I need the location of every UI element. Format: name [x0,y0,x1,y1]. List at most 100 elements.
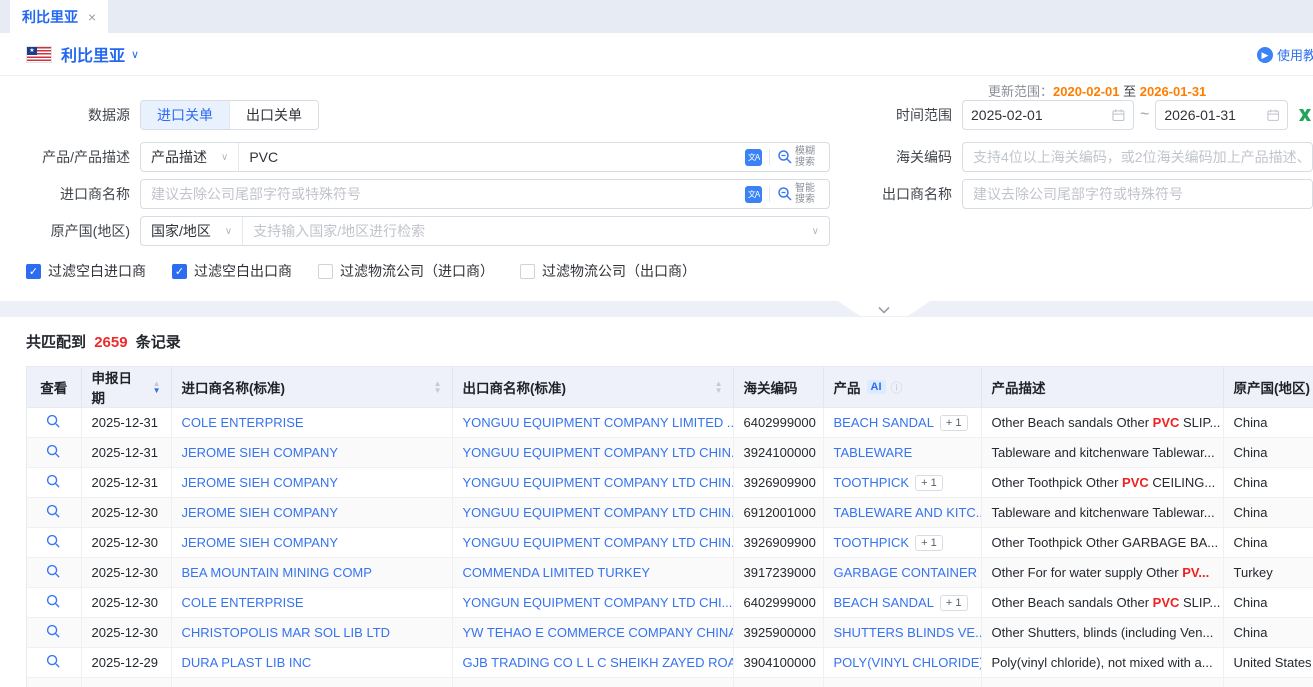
excel-export-icon[interactable] [1296,106,1313,124]
importer-link[interactable]: JEROME SIEH COMPANY [182,535,339,550]
chevron-down-icon: ∨ [221,152,228,163]
product-link[interactable]: POLY(VINYL CHLORIDE) [834,655,982,670]
origin-type-select[interactable]: 国家/地区 ∨ [141,217,243,245]
importer-link[interactable]: JEROME SIEH COMPANY [182,445,339,460]
desc-highlight: PVC [1153,415,1180,430]
table-row: 2025-12-30 CHRISTOPOLIS MAR SOL LIB LTD … [27,618,1313,648]
cell-hs-code: 3924100000 [733,438,823,468]
cell-origin: China [1223,588,1313,618]
view-detail-icon[interactable] [46,654,61,669]
exporter-link[interactable]: YONGUU EQUIPMENT COMPANY LTD CHIN... [463,475,734,490]
checkbox-filter-logistics-importer[interactable]: 过滤物流公司（进口商） [318,261,494,281]
country-title[interactable]: 利比里亚 [61,42,125,66]
product-search-input[interactable] [239,149,737,165]
cell-date: 2025-12-30 [81,498,171,528]
exporter-link[interactable]: YONGUU EQUIPMENT COMPANY LTD CHIN... [463,505,734,520]
product-link[interactable]: TOOTHPICK [834,475,910,490]
results-table: 查看 申报日期▲▼ 进口商名称(标准)▲▼ 出口商名称(标准)▲▼ 海关编码 产… [26,366,1313,687]
exporter-link[interactable]: YW TEHAO E COMMERCE COMPANY CHINA [463,625,734,640]
translate-icon[interactable]: 文A [745,149,762,166]
fuzzy-search-button[interactable]: 模糊搜索 [777,146,821,168]
product-type-select[interactable]: 产品描述 ∨ [141,143,239,171]
date-to-input[interactable] [1164,107,1267,123]
exporter-field[interactable] [962,179,1313,209]
importer-link[interactable]: CHRISTOPOLIS MAR SOL LIB LTD [182,625,391,640]
plus-badge[interactable]: + 1 [915,475,943,491]
update-range-from: 2020-02-01 [1053,84,1120,99]
sort-icon[interactable]: ▲▼ [715,380,723,394]
col-date[interactable]: 申报日期▲▼ [81,367,171,408]
view-detail-icon[interactable] [46,504,61,519]
exporter-input[interactable] [963,186,1312,202]
update-range-to-word: 至 [1123,84,1136,99]
tab-liberia[interactable]: 利比里亚 × [10,0,108,33]
view-detail-icon[interactable] [46,414,61,429]
product-link[interactable]: TABLEWARE [834,445,913,460]
col-product: 产品AIⓘ [823,367,981,408]
importer-link[interactable]: BEA MOUNTAIN MINING COMP [182,565,372,580]
table-row: 2025-12-31 JEROME SIEH COMPANY YONGUU EQ… [27,468,1313,498]
product-link[interactable]: GARBAGE CONTAINER [834,565,978,580]
checkbox-filter-blank-importer[interactable]: ✓ 过滤空白进口商 [26,261,146,281]
exporter-link[interactable]: GJB TRADING CO L L C SHEIKH ZAYED ROA... [463,655,734,670]
view-detail-icon[interactable] [46,444,61,459]
product-link[interactable]: BEACH SANDAL [834,595,934,610]
date-from-input[interactable] [971,107,1112,123]
view-detail-icon[interactable] [46,564,61,579]
desc-text: Tableware and kitchenware Tablewar... [992,505,1215,520]
cell-origin: China [1223,438,1313,468]
col-importer[interactable]: 进口商名称(标准)▲▼ [171,367,452,408]
origin-type-value: 国家/地区 [151,221,211,241]
plus-badge[interactable]: + 1 [940,415,968,431]
importer-link[interactable]: DURA PLAST LIB INC [182,655,312,670]
product-link[interactable]: SHUTTERS BLINDS VE... [834,625,982,640]
sort-icon[interactable]: ▲▼ [434,380,442,394]
data-source-row: 数据源 进口关单 出口关单 [0,100,319,130]
importer-link[interactable]: COLE ENTERPRISE [182,415,304,430]
chevron-down-icon[interactable]: ∨ [812,226,829,237]
exporter-link[interactable]: YONGUN EQUIPMENT COMPANY LTD CHI... [463,595,733,610]
table-row: 2025-12-30 JEROME SIEH COMPANY YONGUU EQ… [27,528,1313,558]
hs-code-input[interactable] [963,149,1312,165]
importer-link[interactable]: COLE ENTERPRISE [182,595,304,610]
view-detail-icon[interactable] [46,594,61,609]
desc-text: SLIP... [1179,595,1220,610]
calendar-icon [1267,108,1279,122]
date-to-field[interactable] [1155,100,1288,130]
col-exporter[interactable]: 出口商名称(标准)▲▼ [452,367,733,408]
checkbox-filter-blank-exporter[interactable]: ✓ 过滤空白出口商 [172,261,292,281]
collapse-panel-button[interactable] [838,301,930,316]
date-from-field[interactable] [962,100,1134,130]
tab-import-orders[interactable]: 进口关单 [141,101,229,129]
product-link[interactable]: TABLEWARE AND KITC... [834,505,982,520]
close-icon[interactable]: × [88,9,96,25]
cell-date: 2025-12-29 [81,648,171,678]
importer-link[interactable]: JEROME SIEH COMPANY [182,505,339,520]
exporter-link[interactable]: YONGUU EQUIPMENT COMPANY LTD CHIN... [463,535,734,550]
view-detail-icon[interactable] [46,534,61,549]
plus-badge[interactable]: + 1 [915,535,943,551]
info-icon[interactable]: ⓘ [891,379,903,396]
exporter-link[interactable]: YONGUU EQUIPMENT COMPANY LTD CHIN... [463,445,734,460]
update-range-to: 2026-01-31 [1140,84,1207,99]
exporter-link[interactable]: COMMENDA LIMITED TURKEY [463,565,651,580]
translate-icon[interactable]: 文A [745,186,762,203]
tab-export-orders[interactable]: 出口关单 [229,101,318,129]
importer-link[interactable]: JEROME SIEH COMPANY [182,475,339,490]
plus-badge[interactable]: + 1 [940,595,968,611]
view-detail-icon[interactable] [46,474,61,489]
cell-date: 2025-12-30 [81,618,171,648]
exporter-link[interactable]: YONGUU EQUIPMENT COMPANY LIMITED ... [463,415,734,430]
origin-input[interactable] [243,223,811,239]
tutorial-link[interactable]: ▶ 使用教程 [1257,45,1313,64]
checkbox-filter-logistics-exporter[interactable]: 过滤物流公司（出口商） [520,261,696,281]
smart-search-label: 智能搜索 [795,183,821,205]
chevron-down-icon[interactable]: ∨ [131,48,139,61]
hs-code-field[interactable] [962,142,1313,172]
product-link[interactable]: TOOTHPICK [834,535,910,550]
view-detail-icon[interactable] [46,624,61,639]
product-link[interactable]: BEACH SANDAL [834,415,934,430]
sort-icon[interactable]: ▲▼ [153,380,161,394]
smart-search-button[interactable]: 智能搜索 [777,183,821,205]
importer-input[interactable] [141,186,737,202]
